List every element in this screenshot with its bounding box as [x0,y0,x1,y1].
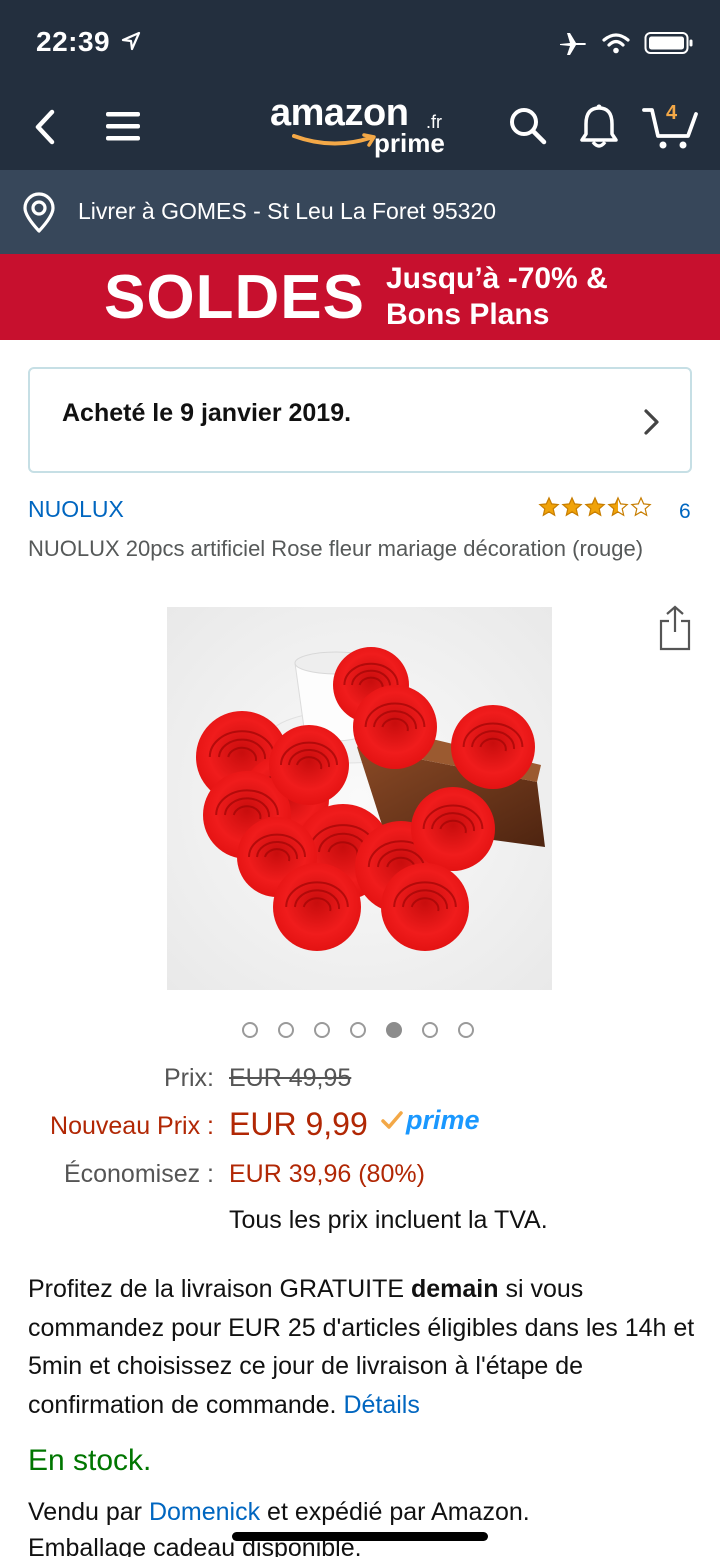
location-arrow-icon [120,30,142,57]
price-label: Prix: [164,1064,214,1092]
logo-prime: prime [374,128,445,158]
savings-label: Économisez : [63,1160,214,1188]
delivery-address: Livrer à GOMES - St Leu La Foret 95320 [78,198,497,224]
purchased-date-text: Acheté le 9 janvier 2019. [62,399,352,427]
seller-prefix: Vendu par [28,1498,149,1526]
bell-icon[interactable] [578,102,620,155]
delivery-text-part1: Profitez de la livraison GRATUITE [28,1275,411,1303]
delivery-day: demain [410,1275,499,1303]
home-indicator[interactable] [232,1532,488,1541]
status-icons [558,30,694,61]
delivery-promise-text: Profitez de la livraison GRATUITE demain… [28,1270,696,1424]
amazon-prime-logo[interactable]: amazon .fr prime [268,92,458,164]
review-count[interactable]: 6 [679,500,691,524]
promo-banner[interactable]: SOLDES Jusqu’à -70% & Bons Plans [0,254,720,340]
banner-subtitle-line2: Bons Plans [386,298,550,331]
banner-subtitle-line1: Jusqu’à -70% & [386,262,608,295]
new-price-label: Nouveau Prix : [50,1112,214,1140]
location-pin-icon [20,192,58,239]
chevron-right-icon [642,407,662,442]
share-icon[interactable] [657,604,693,657]
star-icon [538,496,560,517]
search-icon[interactable] [506,104,550,153]
tva-note: Tous les prix incluent la TVA. [229,1206,548,1234]
carousel-dot[interactable] [386,1022,402,1038]
star-icon [561,496,583,517]
back-icon[interactable] [28,106,62,148]
savings-value: EUR 39,96 (80%) [229,1160,425,1188]
menu-icon[interactable] [104,108,142,144]
stock-status: En stock. [28,1444,152,1477]
original-price: EUR 49,95 [229,1064,352,1092]
product-title: NUOLUX 20pcs artificiel Rose fleur maria… [28,536,644,561]
smile-arrow-icon [292,133,376,147]
details-link[interactable]: Détails [343,1391,419,1419]
battery-icon [644,31,694,60]
delivery-location-bar[interactable]: Livrer à GOMES - St Leu La Foret 95320 [0,170,720,254]
product-image[interactable] [167,607,552,990]
seller-suffix: et expédié par Amazon. [260,1498,530,1526]
airplane-icon [558,30,588,61]
star-icon [584,496,606,517]
nav-bar: amazon .fr prime 4 [0,84,720,170]
carousel-dot[interactable] [278,1022,294,1038]
carousel-dot[interactable] [350,1022,366,1038]
carousel-dot[interactable] [422,1022,438,1038]
star-rating[interactable] [538,496,652,518]
seller-info: Vendu par Domenick et expédié par Amazon… [28,1494,708,1557]
star-icon [630,496,652,517]
banner-title: SOLDES [104,263,365,332]
new-price: EUR 9,99 [229,1106,368,1142]
status-time: 22:39 [36,26,111,57]
prime-badge: prime [380,1105,480,1136]
brand-link[interactable]: NUOLUX [28,496,124,523]
star-icon [607,496,629,517]
carousel-dot[interactable] [458,1022,474,1038]
carousel-dot[interactable] [314,1022,330,1038]
purchased-notice-card[interactable]: Acheté le 9 janvier 2019. [28,367,692,473]
cart-count-badge[interactable]: 4 [666,102,677,125]
prime-label: prime [406,1105,480,1135]
image-carousel-dots[interactable] [242,1022,474,1038]
carousel-dot[interactable] [242,1022,258,1038]
wifi-icon [602,32,630,59]
status-bar: 22:39 [0,0,720,84]
seller-link[interactable]: Domenick [149,1498,260,1526]
prime-check-icon [381,1110,403,1129]
